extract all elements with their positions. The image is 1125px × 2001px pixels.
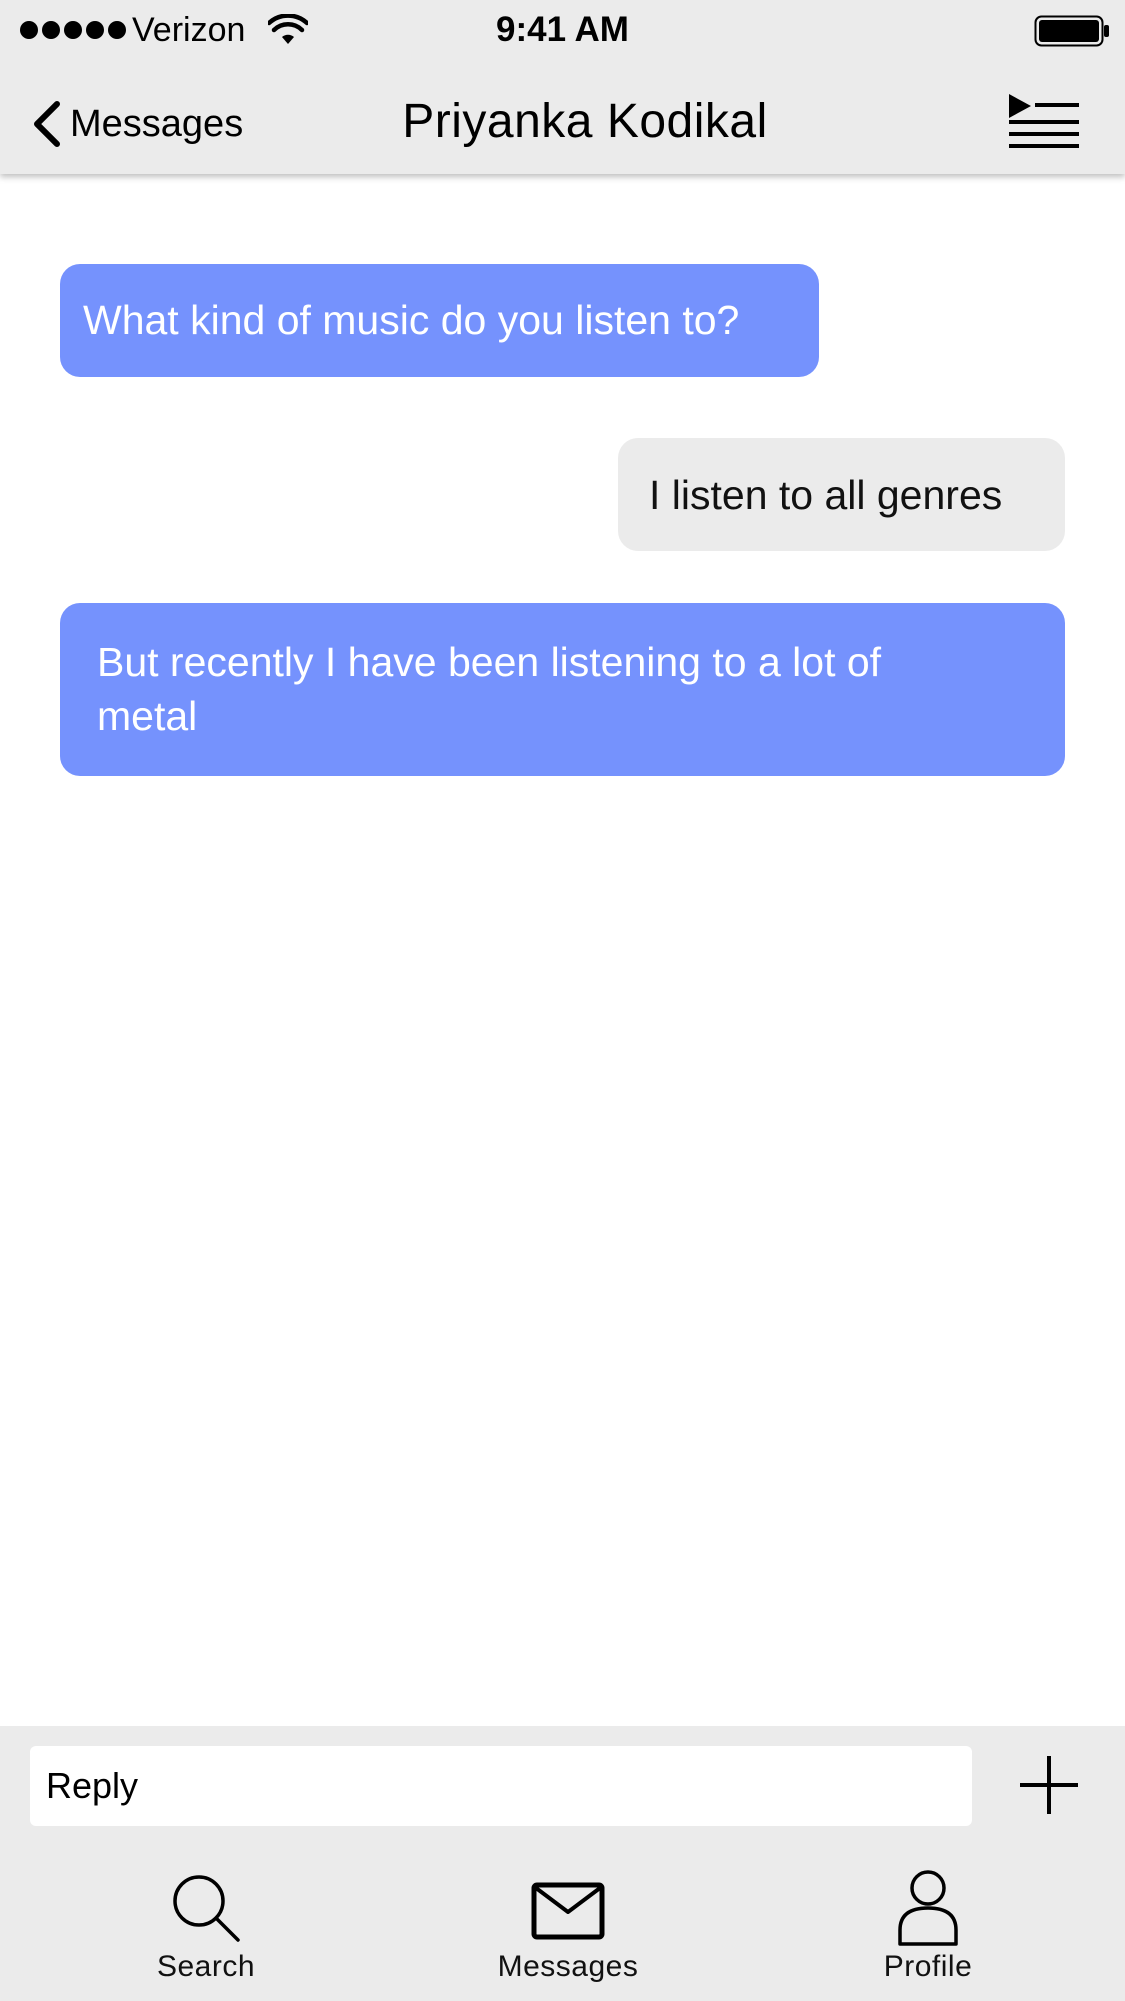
top-bar: Verizon 9:41 AM Messages Priyanka Kodika… (0, 0, 1125, 174)
tab-label: Profile (883, 1950, 973, 1983)
playlist-icon[interactable] (1005, 90, 1081, 150)
tab-label: Search (156, 1950, 256, 1983)
message-bubble-received[interactable]: But recently I have been listening to a … (60, 603, 1065, 776)
tab-search[interactable]: Search (106, 1840, 306, 2001)
chat-screen: Verizon 9:41 AM Messages Priyanka Kodika… (0, 0, 1125, 2001)
battery-icon (1034, 15, 1109, 47)
reply-bar (0, 1726, 1125, 1840)
person-icon (898, 1870, 958, 1946)
tab-profile[interactable]: Profile (828, 1840, 1028, 2001)
tab-label: Messages (497, 1950, 639, 1983)
page-title: Priyanka Kodikal (402, 95, 768, 148)
status-time: 9:41 AM (496, 10, 629, 49)
plus-icon[interactable] (1018, 1754, 1080, 1816)
message-text: I listen to all genres (649, 472, 1003, 518)
message-bubble-received[interactable]: What kind of music do you listen to? (60, 264, 819, 377)
status-bar: Verizon 9:41 AM (0, 0, 1125, 62)
tab-messages[interactable]: Messages (468, 1840, 668, 2001)
navigation-bar: Messages Priyanka Kodikal (0, 62, 1125, 174)
tab-bar: Search Messages Profile (0, 1840, 1125, 2001)
message-bubble-sent[interactable]: I listen to all genres (618, 438, 1065, 551)
reply-input[interactable] (30, 1746, 972, 1826)
message-text: But recently I have been listening to a … (97, 639, 882, 739)
message-text: What kind of music do you listen to? (83, 297, 740, 343)
envelope-icon (531, 1882, 605, 1940)
search-icon (173, 1875, 240, 1942)
